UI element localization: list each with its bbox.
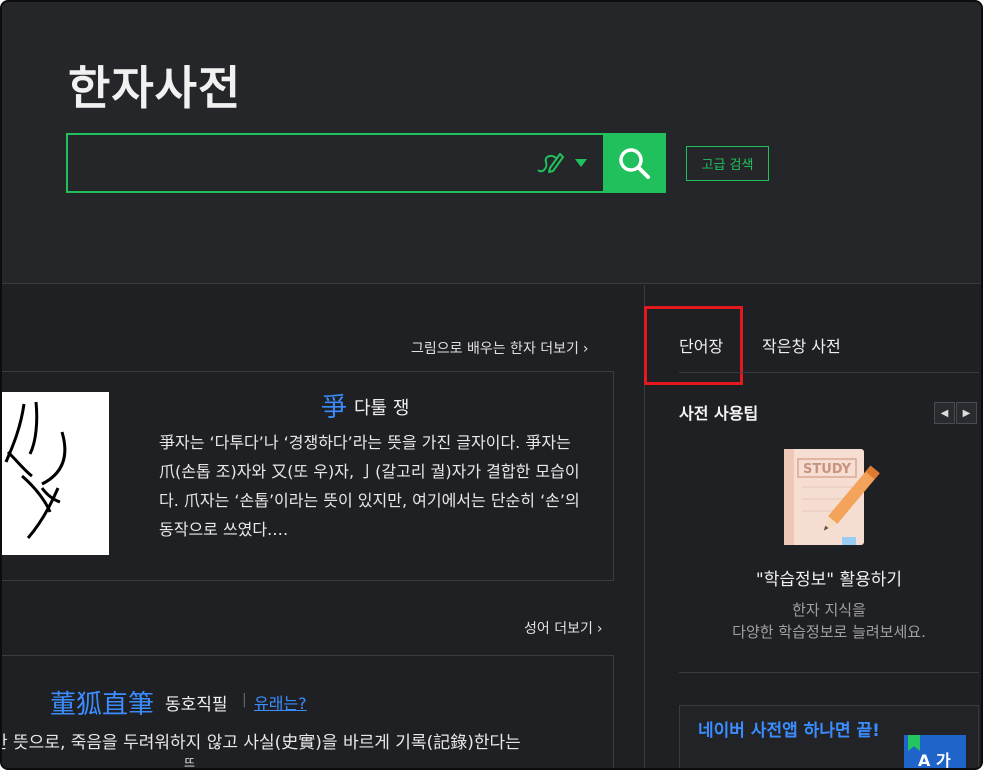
idiom-more-link[interactable]: 성어 더보기 ›	[524, 618, 602, 638]
search-icon	[619, 148, 650, 179]
chevron-down-icon[interactable]	[574, 158, 588, 168]
idiom-description-continued: 뜨	[184, 756, 196, 770]
tab-highlight-box	[644, 306, 743, 385]
idiom-origin-link[interactable]: 유래는?	[254, 690, 307, 714]
study-info-title[interactable]: "학습정보" 활용하기	[679, 565, 979, 590]
app-icon-label: A 가	[918, 751, 951, 770]
idiom-reading: 동호직필	[165, 695, 228, 715]
study-info-line-2: 다양한 학습정보로 늘려보세요.	[732, 623, 926, 641]
sidebar-section-divider	[679, 672, 979, 673]
search-input[interactable]	[68, 135, 518, 191]
hanja-more-link[interactable]: 그림으로 배우는 한자 더보기 ›	[411, 338, 589, 358]
study-notebook-icon: STUDY	[784, 449, 880, 545]
idiom-more-label: 성어 더보기	[524, 621, 593, 637]
hanja-description: 爭자는 ‘다투다’나 ‘경쟁하다’라는 뜻을 가진 글자이다. 爭자는 爪(손톱…	[159, 433, 580, 539]
idiom-title[interactable]: 董狐直筆	[50, 684, 154, 721]
study-info-line-1: 한자 지식을	[792, 601, 866, 619]
site-title[interactable]: 한자사전	[68, 52, 241, 118]
tab-mini-dictionary[interactable]: 작은창 사전	[762, 333, 841, 357]
idiom-description: 한 뜻으로, 죽음을 두려워하지 않고 사실(史實)을 바르게 기록(記錄)한다…	[0, 733, 521, 753]
chevron-right-icon: ›	[596, 621, 603, 637]
tips-title: 사전 사용팁	[679, 404, 759, 423]
search-button[interactable]	[603, 133, 666, 193]
idiom-separator: |	[242, 692, 247, 708]
hanja-character[interactable]: 爭	[321, 387, 347, 424]
search-box	[66, 133, 606, 193]
tab-underline	[679, 372, 979, 373]
app-promo-text[interactable]: 네이버 사전앱 하나면 끝!	[698, 720, 888, 743]
tips-prev-button[interactable]: ◀	[934, 402, 955, 424]
hanja-meaning: 다툴 쟁	[354, 398, 410, 419]
study-info-subtitle: 한자 지식을 다양한 학습정보로 늘려보세요.	[679, 599, 979, 643]
chevron-right-icon: ›	[582, 341, 589, 357]
header: 한자사전 고급 검색	[2, 2, 981, 284]
dictionary-app-icon: A 가	[904, 735, 966, 770]
hanja-more-label: 그림으로 배우는 한자 더보기	[411, 341, 579, 357]
tips-next-button[interactable]: ▶	[956, 402, 977, 424]
handwriting-pen-icon[interactable]	[532, 146, 564, 178]
advanced-search-button[interactable]: 고급 검색	[686, 146, 769, 181]
dictionary-window: 한자사전 고급 검색 그림으로 배우는 한자 더보기 › 爭 다툴 쟁 爭자는 …	[0, 0, 983, 770]
hanja-stroke-image	[2, 392, 109, 555]
study-label: STUDY	[803, 462, 852, 477]
